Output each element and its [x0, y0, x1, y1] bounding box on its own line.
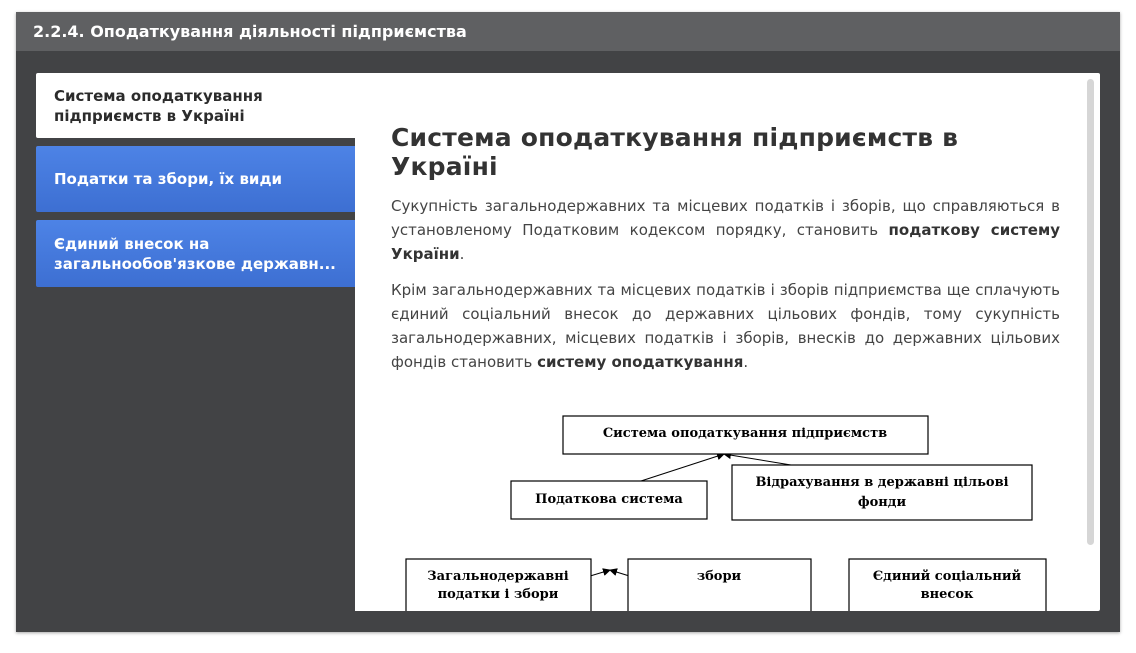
box-root-label: Система оподаткування підприємств: [603, 426, 887, 441]
box-funds: [731, 464, 1033, 521]
tab-label: Система оподаткування підприємств в Укра…: [54, 86, 263, 125]
paragraph-bold-term: систему оподаткування: [537, 353, 744, 371]
box-social-contribution-label-2: внесок: [921, 587, 974, 602]
tab-taxes-and-fees[interactable]: Податки та збори, їх види: [36, 146, 356, 212]
box-national-taxes: [405, 558, 592, 611]
content-scrollbar[interactable]: [1087, 79, 1094, 545]
lesson-window: 2.2.4. Оподаткування діяльності підприєм…: [16, 12, 1120, 632]
page-heading: Система оподаткування підприємств в Укра…: [391, 123, 959, 181]
tab-single-contribution[interactable]: Єдиний внесок на загальнообов'язкове дер…: [36, 220, 356, 287]
connector-funds-to-root: [723, 451, 792, 466]
box-social-contribution: [848, 558, 1047, 611]
paragraph-end: .: [743, 353, 749, 371]
box-fees: [627, 558, 812, 611]
content-body: Система оподаткування підприємств в Укра…: [391, 123, 1060, 611]
paragraph-end: .: [459, 245, 465, 263]
content-panel: Система оподаткування підприємств в Укра…: [355, 73, 1100, 611]
box-social-contribution-label-1: Єдиний соціальний: [873, 569, 1022, 584]
box-funds-label-2: фонди: [858, 495, 907, 510]
box-tax-system-label: Податкова система: [535, 492, 683, 507]
tab-label: Єдиний внесок на загальнообов'язкове дер…: [54, 234, 336, 273]
box-funds-label-1: Відрахування в державні цільові: [755, 475, 1008, 490]
box-national-taxes-label-1: Загальнодержавні: [427, 569, 568, 584]
connector-tax-to-root: [640, 452, 725, 482]
box-fees-label: збори: [697, 569, 742, 584]
taxation-diagram: Система оподаткування підприємств Податк…: [391, 403, 1060, 611]
box-national-taxes-label-2: податки і збори: [438, 587, 559, 602]
tab-tax-system[interactable]: Система оподаткування підприємств в Укра…: [36, 73, 356, 138]
window-title: 2.2.4. Оподаткування діяльності підприєм…: [16, 12, 1120, 51]
paragraph-tax-system: Сукупність загальнодержавних та місцевих…: [391, 194, 1060, 266]
paragraph-taxation-system: Крім загальнодержавних та місцевих подат…: [391, 278, 1060, 374]
diagram-svg: Система оподаткування підприємств Податк…: [405, 415, 1047, 611]
tab-label: Податки та збори, їх види: [54, 170, 283, 188]
